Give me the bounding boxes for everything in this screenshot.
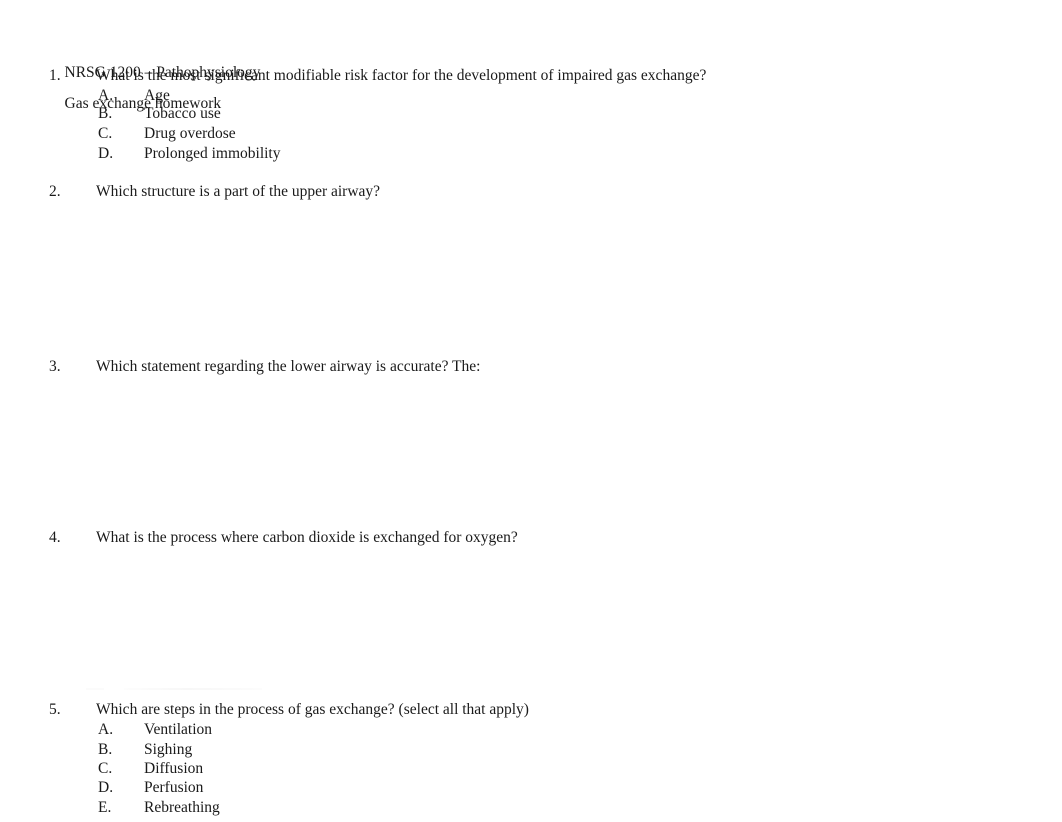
- question-stem: Which structure is a part of the upper a…: [96, 183, 381, 200]
- option-letter: C.: [98, 760, 113, 777]
- option-letter: B.: [98, 741, 113, 758]
- question-1: 1. What is the most significant modifiabl…: [49, 68, 706, 84]
- question-number: 3.: [49, 358, 61, 375]
- option-text: Perfusion: [144, 779, 204, 796]
- option-text: Tobacco use: [144, 105, 221, 122]
- question-5: 5. Which are steps in the process of gas …: [49, 702, 529, 718]
- smudge-segment-left: [86, 688, 104, 690]
- option-letter: C.: [98, 125, 113, 142]
- option-text: Rebreathing: [144, 799, 220, 816]
- option-letter: D.: [98, 145, 114, 162]
- answer-option[interactable]: B. Sighing: [98, 742, 192, 758]
- option-text: Drug overdose: [144, 125, 236, 142]
- question-number: 2.: [49, 183, 61, 200]
- question-stem: Which are steps in the process of gas ex…: [96, 701, 529, 718]
- question-4: 4. What is the process where carbon dioxi…: [49, 530, 518, 546]
- question-2: 2. Which structure is a part of the upper…: [49, 184, 380, 200]
- residual-smudge-artifact: [86, 687, 264, 691]
- answer-option[interactable]: B. Tobacco use: [98, 106, 221, 122]
- option-text: Age: [144, 87, 170, 104]
- answer-option[interactable]: C. Drug overdose: [98, 126, 236, 142]
- answer-option[interactable]: A. Ventilation: [98, 722, 212, 738]
- option-letter: D.: [98, 779, 114, 796]
- answer-option[interactable]: D. Perfusion: [98, 780, 203, 796]
- option-letter: B.: [98, 105, 113, 122]
- answer-option[interactable]: C. Diffusion: [98, 761, 203, 777]
- question-number: 4.: [49, 529, 61, 546]
- option-text: Ventilation: [144, 721, 213, 738]
- smudge-segment-right: [124, 688, 262, 690]
- option-text: Prolonged immobility: [144, 145, 281, 162]
- option-text: Diffusion: [144, 760, 204, 777]
- question-stem: Which statement regarding the lower airw…: [96, 358, 481, 375]
- answer-option[interactable]: E. Rebreathing: [98, 800, 220, 816]
- option-text: Sighing: [144, 741, 193, 758]
- question-number: 1.: [49, 67, 61, 84]
- answer-option[interactable]: D. Prolonged immobility: [98, 146, 281, 162]
- answer-option[interactable]: A. Age: [98, 88, 170, 104]
- document-page: NRSG 1200 – Pathophysiology Gas exchange…: [0, 0, 1062, 822]
- option-letter: A.: [98, 87, 114, 104]
- question-number: 5.: [49, 701, 61, 718]
- question-3: 3. Which statement regarding the lower ai…: [49, 359, 480, 375]
- option-letter: A.: [98, 721, 114, 738]
- question-stem: What is the most significant modifiable …: [96, 67, 707, 84]
- option-letter: E.: [98, 799, 112, 816]
- question-stem: What is the process where carbon dioxide…: [96, 529, 518, 546]
